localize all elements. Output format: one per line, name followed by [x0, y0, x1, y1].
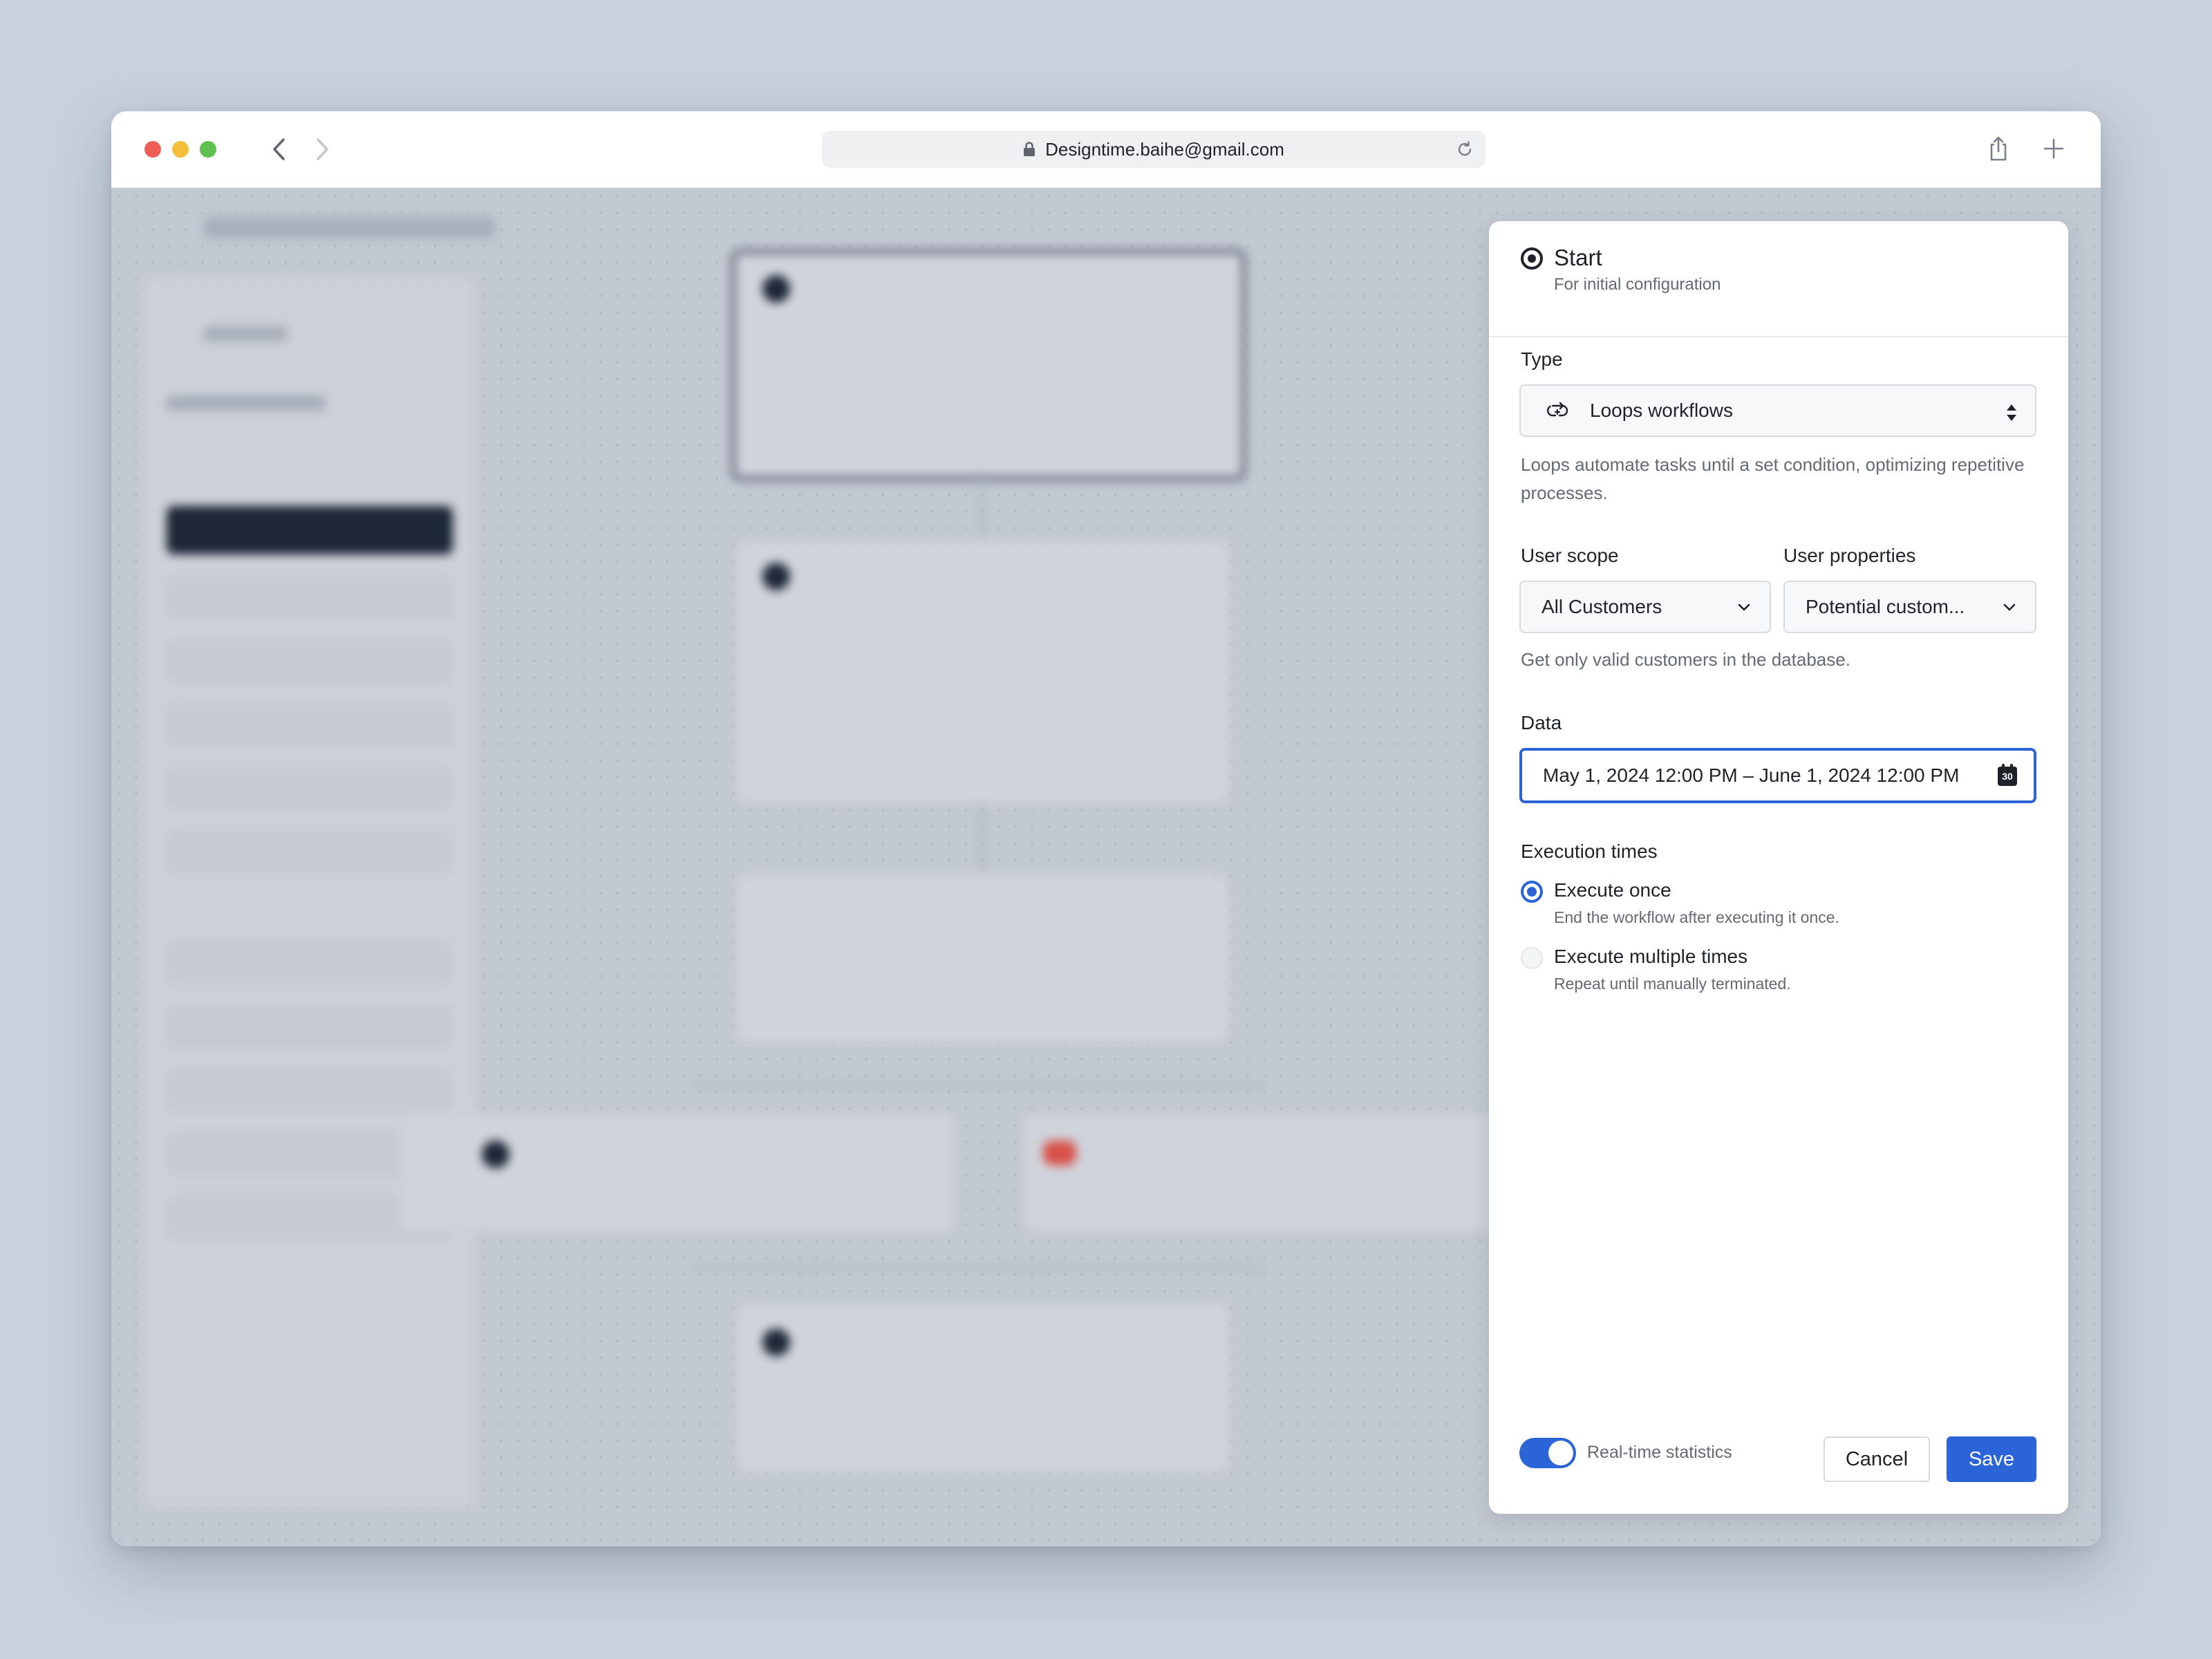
user-scope-label: User scope	[1521, 545, 1619, 566]
execute-multiple-title[interactable]: Execute multiple times	[1554, 946, 1747, 968]
user-properties-value: Potential custom...	[1806, 596, 1965, 617]
blurred-filter-node	[738, 541, 1228, 803]
minimize-window-button[interactable]	[172, 141, 189, 158]
blurred-sidebar	[144, 276, 475, 1507]
user-scope-value: All Customers	[1541, 596, 1662, 617]
lock-icon	[1023, 142, 1035, 157]
execute-once-radio[interactable]	[1521, 881, 1543, 903]
execute-multiple-radio[interactable]	[1521, 947, 1543, 969]
node-config-panel: Start For initial configuration Type Loo…	[1489, 221, 2068, 1514]
reload-icon[interactable]	[1455, 140, 1474, 159]
date-range-input[interactable]: May 1, 2024 12:00 PM – June 1, 2024 12:0…	[1519, 748, 2036, 803]
type-help-text: Loops automate tasks until a set conditi…	[1521, 454, 2025, 503]
type-select[interactable]: Loops workflows	[1519, 384, 2036, 437]
browser-window: Designtime.baihe@gmail.com Start For ini…	[111, 111, 2101, 1546]
execution-times-label: Execution times	[1521, 841, 1658, 862]
sort-arrows-icon	[2005, 402, 2018, 423]
panel-subtitle: For initial configuration	[1554, 275, 1721, 294]
url-text: Designtime.baihe@gmail.com	[1045, 138, 1284, 160]
blurred-x-node	[402, 1114, 955, 1230]
address-bar[interactable]: Designtime.baihe@gmail.com	[822, 131, 1485, 168]
maximize-window-button[interactable]	[200, 141, 216, 158]
type-label: Type	[1521, 348, 1563, 370]
type-select-value: Loops workflows	[1590, 400, 1733, 421]
scope-help-text: Get only valid customers in the database…	[1521, 649, 1850, 670]
forward-arrow-icon[interactable]	[305, 132, 339, 167]
chevron-down-icon	[2000, 599, 2018, 617]
start-node-icon	[1521, 247, 1543, 270]
realtime-statistics-toggle[interactable]	[1519, 1438, 1576, 1468]
realtime-statistics-label: Real-time statistics	[1587, 1443, 1732, 1462]
loop-icon	[1546, 401, 1569, 422]
toggle-knob	[1548, 1441, 1573, 1465]
date-range-value: May 1, 2024 12:00 PM – June 1, 2024 12:0…	[1543, 765, 1960, 786]
back-arrow-icon[interactable]	[262, 132, 297, 167]
blurred-google-node	[738, 875, 1228, 1042]
blurred-delay-node	[738, 1304, 1228, 1471]
panel-header: Start For initial configuration	[1489, 221, 2068, 337]
user-properties-select[interactable]: Potential custom...	[1783, 581, 2036, 633]
browser-toolbar: Designtime.baihe@gmail.com	[111, 111, 2101, 188]
close-window-button[interactable]	[144, 141, 161, 158]
share-icon[interactable]	[1980, 131, 2016, 167]
user-scope-select[interactable]: All Customers	[1519, 581, 1771, 633]
blurred-start-node	[731, 249, 1246, 481]
panel-title: Start	[1554, 245, 1602, 270]
user-properties-label: User properties	[1783, 545, 1916, 566]
save-button[interactable]: Save	[1947, 1436, 2036, 1482]
data-label: Data	[1521, 712, 1562, 733]
execute-once-title[interactable]: Execute once	[1554, 879, 1671, 901]
blurred-youtube-node	[1024, 1114, 1508, 1230]
chevron-down-icon	[1735, 599, 1753, 617]
execute-multiple-subtitle: Repeat until manually terminated.	[1554, 975, 1791, 993]
cancel-button[interactable]: Cancel	[1824, 1436, 1930, 1482]
calendar-icon[interactable]: 30	[1998, 764, 2017, 786]
execute-once-subtitle: End the workflow after executing it once…	[1554, 908, 1839, 926]
new-tab-icon[interactable]	[2036, 131, 2072, 167]
